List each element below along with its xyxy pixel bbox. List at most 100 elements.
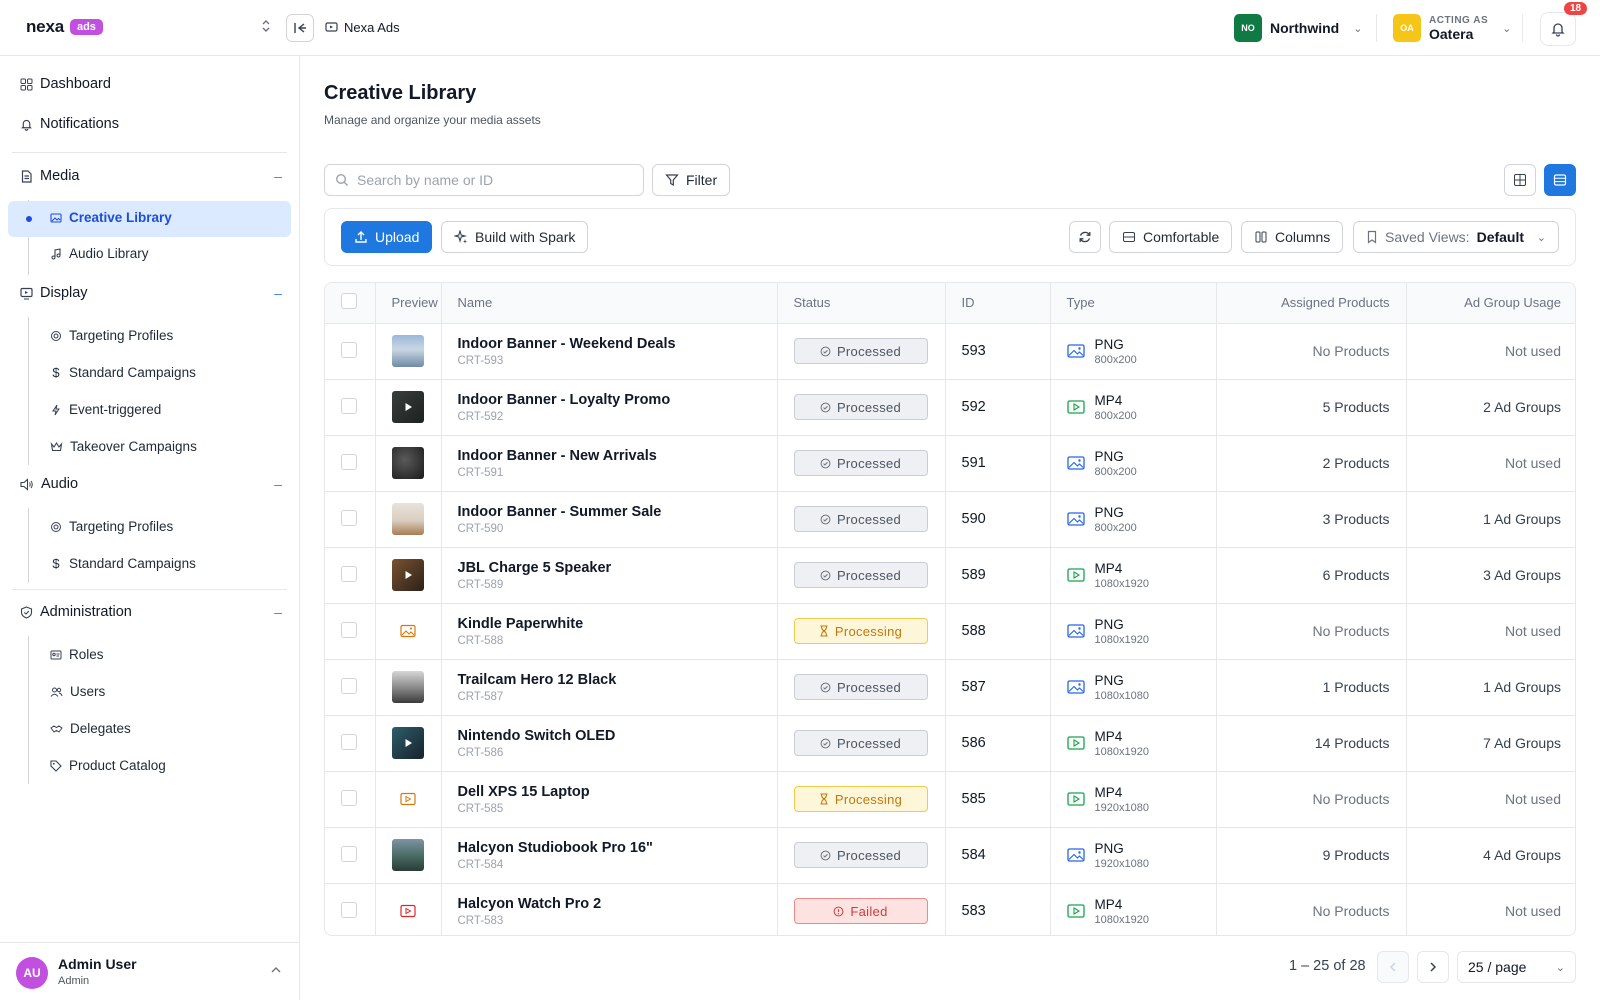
density-button[interactable]: Comfortable — [1109, 221, 1233, 253]
column-header-preview[interactable]: Preview — [375, 283, 442, 324]
row-checkbox[interactable] — [341, 397, 357, 414]
preview-thumbnail[interactable] — [391, 503, 424, 535]
page-size-select[interactable]: 25 / page ⌄ — [1457, 951, 1576, 983]
row-checkbox[interactable] — [341, 621, 357, 638]
sidebar-section-media[interactable]: Media – — [20, 168, 282, 184]
preview-thumbnail[interactable] — [391, 391, 424, 423]
row-checkbox[interactable] — [341, 565, 357, 582]
sidebar-item-notifications[interactable]: Notifications — [20, 116, 119, 132]
column-header-status[interactable]: Status — [777, 283, 946, 324]
table-row[interactable]: Nintendo Switch OLED CRT-586 Processed 5… — [325, 715, 1575, 772]
next-page-button[interactable] — [1417, 951, 1449, 983]
sidebar-item-audio-library[interactable]: Audio Library — [50, 246, 149, 261]
row-checkbox[interactable] — [341, 901, 357, 918]
filter-button[interactable]: Filter — [652, 164, 731, 196]
preview-thumbnail[interactable] — [392, 615, 424, 647]
preview-thumbnail[interactable] — [391, 447, 424, 479]
search-input[interactable] — [357, 172, 637, 188]
sidebar-item-event-triggered[interactable]: Event-triggered — [50, 402, 161, 417]
column-header-ad-group-usage[interactable]: Ad Group Usage — [1406, 283, 1575, 324]
previous-page-button[interactable] — [1377, 951, 1409, 983]
creative-name[interactable]: Indoor Banner - Loyalty Promo — [458, 392, 761, 408]
column-header-name[interactable]: Name — [441, 283, 778, 324]
column-header-assigned-products[interactable]: Assigned Products — [1216, 283, 1407, 324]
collapse-sidebar-button[interactable] — [286, 14, 314, 42]
sidebar-item-takeover-campaigns[interactable]: Takeover Campaigns — [50, 439, 197, 454]
table-row[interactable]: Indoor Banner - New Arrivals CRT-591 Pro… — [325, 435, 1575, 492]
breadcrumb[interactable]: Nexa Ads — [325, 20, 400, 35]
upload-button[interactable]: Upload — [341, 221, 433, 253]
table-row[interactable]: Trailcam Hero 12 Black CRT-587 Processed… — [325, 659, 1575, 716]
table-row[interactable]: JBL Charge 5 Speaker CRT-589 Processed 5… — [325, 547, 1575, 604]
preview-thumbnail[interactable] — [391, 671, 424, 703]
row-checkbox[interactable] — [341, 677, 357, 694]
status-cell: Processing — [777, 603, 946, 660]
sidebar-item-display-targeting-profiles[interactable]: Targeting Profiles — [50, 328, 173, 343]
acting-as-switcher[interactable]: OA ACTING AS Oatera ⌄ — [1393, 14, 1511, 42]
sidebar-item-creative-library[interactable]: Creative Library — [50, 210, 172, 225]
organization-switcher[interactable]: NO Northwind ⌄ — [1234, 14, 1362, 42]
notifications-button[interactable] — [1540, 12, 1576, 46]
sidebar-section-display[interactable]: Display – — [20, 285, 282, 301]
creative-name[interactable]: Indoor Banner - Weekend Deals — [458, 336, 761, 352]
preview-thumbnail[interactable] — [392, 895, 424, 927]
collapse-icon[interactable]: – — [274, 604, 282, 620]
table-view-button[interactable] — [1544, 164, 1576, 196]
row-checkbox[interactable] — [341, 453, 357, 470]
table-row[interactable]: Indoor Banner - Weekend Deals CRT-593 Pr… — [325, 323, 1575, 380]
select-all-checkbox[interactable] — [341, 293, 357, 310]
column-header-type[interactable]: Type — [1050, 283, 1217, 324]
table-row[interactable]: Indoor Banner - Summer Sale CRT-590 Proc… — [325, 491, 1575, 548]
saved-views-select[interactable]: Saved Views: Default ⌄ — [1353, 221, 1559, 253]
sidebar-item-dashboard[interactable]: Dashboard — [20, 76, 111, 92]
preview-thumbnail[interactable] — [391, 727, 424, 759]
table-row[interactable]: Halcyon Studiobook Pro 16" CRT-584 Proce… — [325, 827, 1575, 884]
creative-name[interactable]: Trailcam Hero 12 Black — [458, 672, 761, 688]
file-dimensions: 1080x1920 — [1094, 745, 1149, 758]
row-checkbox[interactable] — [341, 341, 357, 358]
row-checkbox[interactable] — [341, 733, 357, 750]
table-row[interactable]: Kindle Paperwhite CRT-588 Processing 588… — [325, 603, 1575, 660]
table-row[interactable]: Indoor Banner - Loyalty Promo CRT-592 Pr… — [325, 379, 1575, 436]
row-checkbox[interactable] — [341, 845, 357, 862]
sidebar-section-audio[interactable]: Audio – — [20, 476, 282, 492]
build-with-spark-button[interactable]: Build with Spark — [441, 221, 589, 253]
sidebar-item-audio-standard-campaigns[interactable]: $ Standard Campaigns — [50, 556, 195, 571]
sidebar-item-delegates[interactable]: Delegates — [50, 721, 131, 736]
preview-thumbnail[interactable] — [391, 559, 424, 591]
preview-thumbnail[interactable] — [391, 839, 424, 871]
creative-name[interactable]: Halcyon Studiobook Pro 16" — [458, 840, 761, 856]
sidebar-item-roles[interactable]: Roles — [50, 647, 104, 662]
sidebar-section-administration[interactable]: Administration – — [20, 604, 282, 620]
creative-name[interactable]: Nintendo Switch OLED — [458, 728, 761, 744]
collapse-icon[interactable]: – — [274, 285, 282, 301]
chevron-up-down-icon[interactable] — [258, 18, 274, 38]
file-type: MP4 — [1094, 392, 1123, 408]
collapse-icon[interactable]: – — [274, 476, 282, 492]
creative-name[interactable]: Indoor Banner - New Arrivals — [458, 448, 761, 464]
sidebar-item-users[interactable]: Users — [50, 684, 105, 699]
grid-view-button[interactable] — [1504, 164, 1536, 196]
sidebar-item-display-standard-campaigns[interactable]: $ Standard Campaigns — [50, 365, 195, 380]
columns-button[interactable]: Columns — [1241, 221, 1344, 253]
refresh-button[interactable] — [1069, 221, 1101, 253]
sidebar-item-product-catalog[interactable]: Product Catalog — [50, 758, 166, 773]
row-checkbox[interactable] — [341, 789, 357, 806]
user-menu[interactable]: AU Admin User Admin — [0, 942, 299, 1000]
table-row[interactable]: Dell XPS 15 Laptop CRT-585 Processing 58… — [325, 771, 1575, 828]
creative-name[interactable]: Kindle Paperwhite — [458, 616, 761, 632]
status-badge: Processed — [793, 674, 928, 700]
collapse-icon[interactable]: – — [274, 168, 282, 184]
preview-thumbnail[interactable] — [392, 783, 424, 815]
brand-logo[interactable]: nexa ads — [26, 17, 103, 37]
sidebar-item-audio-targeting-profiles[interactable]: Targeting Profiles — [50, 519, 173, 534]
creative-name[interactable]: Halcyon Watch Pro 2 — [458, 896, 761, 912]
creative-name[interactable]: Dell XPS 15 Laptop — [458, 784, 761, 800]
preview-thumbnail[interactable] — [391, 335, 424, 367]
search-box[interactable] — [324, 164, 644, 196]
creative-name[interactable]: Indoor Banner - Summer Sale — [458, 504, 761, 520]
column-header-id[interactable]: ID — [945, 283, 1051, 324]
row-checkbox[interactable] — [341, 509, 357, 526]
creative-name[interactable]: JBL Charge 5 Speaker — [458, 560, 761, 576]
table-row[interactable]: Halcyon Watch Pro 2 CRT-583 Failed 583 M… — [325, 883, 1575, 935]
